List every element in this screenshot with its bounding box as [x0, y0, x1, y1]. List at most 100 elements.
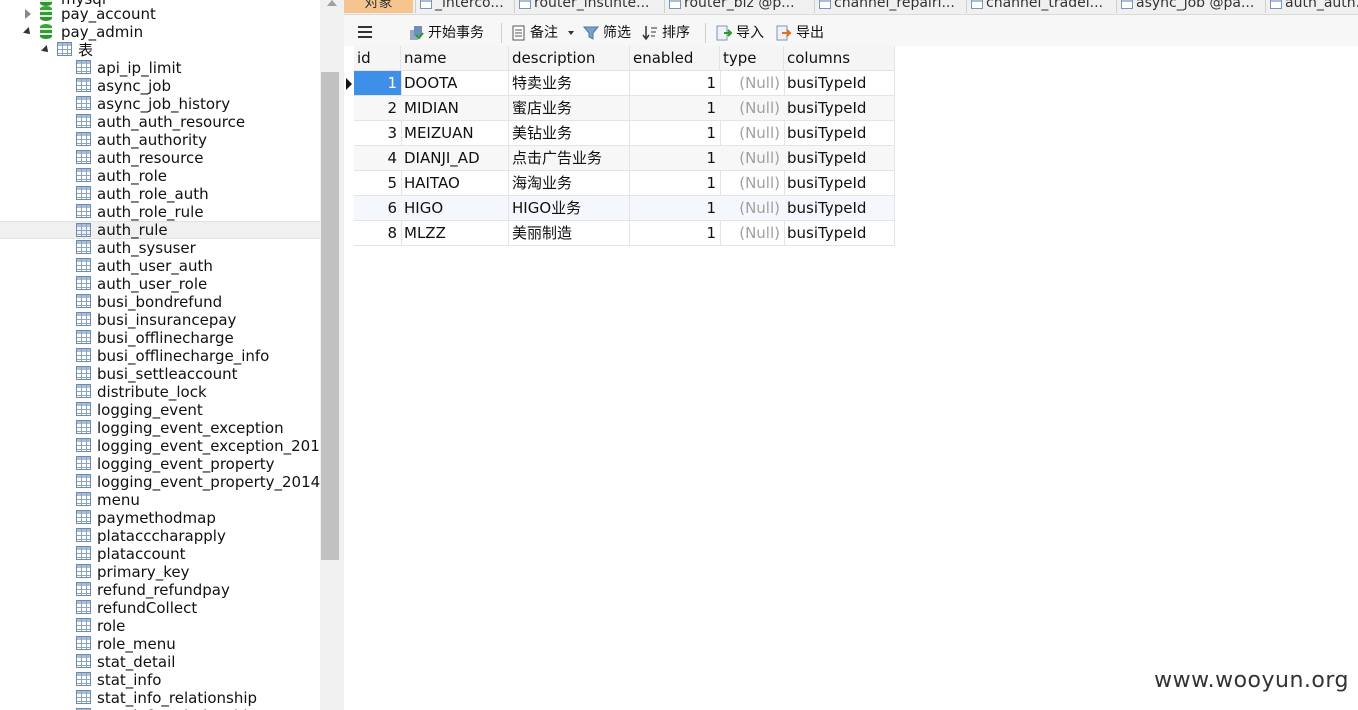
tree-item-table[interactable]: busi_settleaccount: [0, 365, 320, 383]
cell-columns[interactable]: busiTypeId: [784, 171, 895, 196]
tree-item-table[interactable]: stat_info: [0, 671, 320, 689]
import-button[interactable]: 导入: [716, 23, 764, 43]
tree-item-table[interactable]: plataccount: [0, 545, 320, 563]
tree-item-table[interactable]: logging_event_exception: [0, 419, 320, 437]
filter-button[interactable]: 筛选: [583, 23, 631, 43]
tab-async-job[interactable]: async_job @pa...: [1116, 0, 1266, 13]
column-header-enabled[interactable]: enabled: [630, 46, 720, 71]
tree-item-table[interactable]: auth_resource: [0, 149, 320, 167]
export-button[interactable]: 导出: [776, 23, 824, 43]
tree-item-table[interactable]: auth_user_role: [0, 275, 320, 293]
tree-item-table[interactable]: logging_event: [0, 401, 320, 419]
tab-router-instinte[interactable]: router_instinte...: [514, 0, 664, 13]
cell-description[interactable]: HIGO业务: [509, 196, 630, 221]
menu-icon[interactable]: [358, 26, 372, 38]
tree-item-table[interactable]: auth_role_auth: [0, 185, 320, 203]
cell-columns[interactable]: busiTypeId: [784, 71, 895, 96]
cell-enabled[interactable]: 1: [630, 96, 721, 121]
collapse-arrow-icon[interactable]: [23, 27, 33, 37]
cell-type[interactable]: (Null): [720, 96, 785, 121]
cell-name[interactable]: DIANJI_AD: [401, 146, 509, 171]
cell-enabled[interactable]: 1: [630, 121, 721, 146]
tree-item-table[interactable]: logging_event_property_20140: [0, 473, 320, 491]
cell-id[interactable]: 5: [354, 171, 402, 196]
cell-columns[interactable]: busiTypeId: [784, 121, 895, 146]
tab-channel-repairi[interactable]: channel_repairi...: [814, 0, 967, 13]
cell-type[interactable]: (Null): [720, 196, 785, 221]
tree-item-table[interactable]: busi_offlinecharge: [0, 329, 320, 347]
cell-enabled[interactable]: 1: [630, 196, 721, 221]
tree-item-table[interactable]: auth_authority: [0, 131, 320, 149]
tree-item-table[interactable]: refundCollect: [0, 599, 320, 617]
tree-item-table[interactable]: auth_user_auth: [0, 257, 320, 275]
cell-description[interactable]: 美丽制造: [509, 221, 630, 246]
column-header-id[interactable]: id: [354, 46, 401, 71]
cell-enabled[interactable]: 1: [630, 221, 721, 246]
tree-item-table[interactable]: auth_role_rule: [0, 203, 320, 221]
tree-item-table[interactable]: stat_info_relationship: [0, 689, 320, 707]
cell-type[interactable]: (Null): [720, 146, 785, 171]
cell-description[interactable]: 海淘业务: [509, 171, 630, 196]
cell-id[interactable]: 8: [354, 221, 402, 246]
tree-item-table[interactable]: menu: [0, 491, 320, 509]
tree-item-table[interactable]: distribute_lock: [0, 383, 320, 401]
column-header-description[interactable]: description: [509, 46, 630, 71]
tree-item-table[interactable]: async_job_history: [0, 95, 320, 113]
cell-name[interactable]: HIGO: [401, 196, 509, 221]
cell-columns[interactable]: busiTypeId: [784, 146, 895, 171]
cell-name[interactable]: MIDIAN: [401, 96, 509, 121]
tree-item-table[interactable]: auth_sysuser: [0, 239, 320, 257]
tab-channel-tradel[interactable]: channel_tradel...: [966, 0, 1116, 13]
cell-columns[interactable]: busiTypeId: [784, 196, 895, 221]
tree-item-table[interactable]: auth_auth_resource: [0, 113, 320, 131]
cell-name[interactable]: MLZZ: [401, 221, 509, 246]
cell-name[interactable]: DOOTA: [401, 71, 509, 96]
tree-item-table[interactable]: refund_refundpay: [0, 581, 320, 599]
tree-item-table[interactable]: api_ip_limit: [0, 59, 320, 77]
cell-name[interactable]: MEIZUAN: [401, 121, 509, 146]
cell-type[interactable]: (Null): [720, 71, 785, 96]
cell-enabled[interactable]: 1: [630, 171, 721, 196]
cell-description[interactable]: 特卖业务: [509, 71, 630, 96]
cell-description[interactable]: 点击广告业务: [509, 146, 630, 171]
scroll-up-arrow-icon[interactable]: [327, 0, 337, 6]
cell-id[interactable]: 4: [354, 146, 402, 171]
tree-item-table[interactable]: busi_offlinecharge_info: [0, 347, 320, 365]
tree-item-table[interactable]: platacccharapply: [0, 527, 320, 545]
begin-transaction-button[interactable]: 开始事务: [408, 23, 484, 43]
tab-objects[interactable]: 对象: [344, 0, 413, 13]
tab-interco[interactable]: _interco...: [415, 0, 514, 13]
cell-type[interactable]: (Null): [720, 171, 785, 196]
cell-description[interactable]: 蜜店业务: [509, 96, 630, 121]
column-header-name[interactable]: name: [401, 46, 509, 71]
cell-enabled[interactable]: 1: [630, 71, 721, 96]
scrollbar-thumb[interactable]: [321, 72, 339, 560]
cell-columns[interactable]: busiTypeId: [784, 221, 895, 246]
memo-dropdown-icon[interactable]: [568, 31, 575, 35]
tree-scrollbar[interactable]: [320, 0, 344, 710]
tree-item-table[interactable]: role: [0, 617, 320, 635]
expand-arrow-icon[interactable]: [25, 9, 31, 19]
tree-item-pay-account[interactable]: pay_account: [0, 5, 320, 23]
memo-button[interactable]: 备注: [512, 23, 575, 43]
column-header-columns[interactable]: columns: [784, 46, 895, 71]
tree-item-table[interactable]: busi_bondrefund: [0, 293, 320, 311]
tree-item-table[interactable]: logging_event_property: [0, 455, 320, 473]
tree-item-table[interactable]: paymethodmap: [0, 509, 320, 527]
cell-name[interactable]: HAITAO: [401, 171, 509, 196]
tree-item-table[interactable]: primary_key: [0, 563, 320, 581]
tab-auth-auth[interactable]: auth_auth...: [1265, 0, 1358, 13]
cell-id[interactable]: 6: [354, 196, 402, 221]
column-header-type[interactable]: type: [720, 46, 784, 71]
cell-columns[interactable]: busiTypeId: [784, 96, 895, 121]
tree-item-table[interactable]: role_menu: [0, 635, 320, 653]
tree-item-table[interactable]: auth_role: [0, 167, 320, 185]
cell-id[interactable]: 3: [354, 121, 402, 146]
sort-button[interactable]: 排序: [642, 23, 690, 43]
tree-item-tables-folder[interactable]: 表: [0, 41, 320, 59]
tree-item-table[interactable]: busi_insurancepay: [0, 311, 320, 329]
collapse-arrow-icon[interactable]: [41, 45, 51, 55]
tree-item-table[interactable]: auth_rule: [0, 221, 320, 239]
tree-item-pay-admin[interactable]: pay_admin: [0, 23, 320, 41]
cell-id[interactable]: 1: [354, 71, 402, 96]
